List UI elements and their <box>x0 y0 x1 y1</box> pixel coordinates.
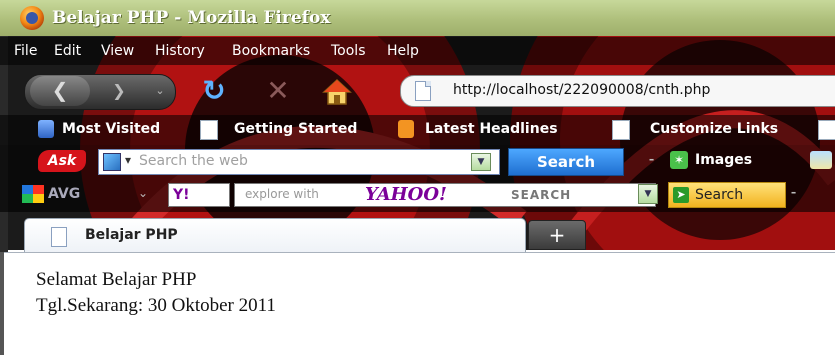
tab-belajar-php[interactable]: Belajar PHP <box>24 218 526 253</box>
window-left-border <box>0 252 4 355</box>
caret-down-icon[interactable]: ▾ <box>125 153 131 167</box>
yahoo-menu-button[interactable]: Y! <box>168 183 230 207</box>
most-visited-icon <box>38 120 54 138</box>
search-dropdown-button[interactable]: ▼ <box>471 153 491 171</box>
navigation-toolbar: ❮ ❯ ⌄ ↻ ✕ http://localhost/222090008/cnt… <box>0 65 835 115</box>
ask-search-input[interactable] <box>139 153 479 169</box>
menu-view[interactable]: View <box>101 43 134 59</box>
firefox-logo-icon <box>20 6 44 30</box>
menu-file[interactable]: File <box>14 43 37 59</box>
arrow-right-icon: ➤ <box>673 187 689 203</box>
ask-search-box: ▾ ▼ <box>98 149 500 175</box>
home-button[interactable] <box>322 77 352 107</box>
bookmark-customize-links[interactable]: Customize Links <box>650 121 778 137</box>
yahoo-search-button-label: Search <box>695 187 744 203</box>
menu-bar: File Edit View History Bookmarks Tools H… <box>0 37 835 65</box>
page-content: Selamat Belajar PHP Tgl.Sekarang: 30 Okt… <box>0 252 835 355</box>
bookmark-most-visited[interactable]: Most Visited <box>62 121 160 137</box>
stop-icon: ✕ <box>266 74 290 107</box>
yahoo-logo: Y! <box>173 187 190 203</box>
menu-history[interactable]: History <box>155 43 205 59</box>
menu-bookmarks[interactable]: Bookmarks <box>232 43 310 59</box>
toolbar-separator-icon: ⁃ <box>790 186 797 202</box>
forward-arrow-icon: ❯ <box>112 81 126 100</box>
weather-icon[interactable] <box>810 151 832 169</box>
url-text[interactable]: http://localhost/222090008/cnth.php <box>453 82 710 98</box>
images-icon: ✶ <box>670 151 688 169</box>
title-bar: Belajar PHP - Mozilla Firefox <box>0 0 835 36</box>
toolbar-separator-icon: ⁃ <box>648 153 655 169</box>
new-tab-button[interactable]: + <box>528 220 586 250</box>
page-icon <box>415 81 431 101</box>
yahoo-search-button[interactable]: ➤ Search <box>668 182 786 208</box>
window-title: Belajar PHP - Mozilla Firefox <box>52 8 331 28</box>
bookmarks-toolbar: Most Visited Getting Started Latest Head… <box>0 115 835 145</box>
page-icon <box>51 227 67 247</box>
home-icon <box>322 78 352 105</box>
yahoo-brand: YAHOO! <box>365 184 447 205</box>
bookmark-getting-started[interactable]: Getting Started <box>234 121 357 137</box>
avg-logo-icon <box>22 185 44 203</box>
images-button[interactable]: Images <box>695 152 752 168</box>
browser-window: Belajar PHP - Mozilla Firefox File Edit … <box>0 0 835 355</box>
address-bar[interactable]: http://localhost/222090008/cnth.php <box>400 75 835 107</box>
back-button[interactable]: ❮ <box>30 76 90 106</box>
rss-feed-icon <box>398 120 414 138</box>
stop-button[interactable]: ✕ <box>262 76 294 108</box>
forward-button[interactable]: ❯ <box>96 78 142 104</box>
tab-label: Belajar PHP <box>85 227 178 243</box>
search-engine-icon[interactable] <box>103 153 121 171</box>
menu-help[interactable]: Help <box>387 43 419 59</box>
page-icon <box>200 120 218 140</box>
yahoo-search-box: YAHOO! SEARCH <box>234 183 656 207</box>
menu-edit[interactable]: Edit <box>54 43 81 59</box>
date-text: Tgl.Sekarang: 30 Oktober 2011 <box>36 295 276 316</box>
yahoo-brand-suffix: SEARCH <box>511 188 572 202</box>
ask-toolbar: Ask ▾ ▼ Search ⁃ ✶ Images <box>0 145 835 177</box>
reload-icon: ↻ <box>202 74 226 107</box>
back-arrow-icon: ❮ <box>51 78 69 102</box>
history-dropdown-button[interactable]: ⌄ <box>150 78 170 104</box>
chevron-down-icon: ⌄ <box>155 84 165 97</box>
caret-down-icon[interactable]: ⌄ <box>138 186 148 200</box>
avg-label[interactable]: AVG <box>48 186 80 202</box>
page-icon <box>612 120 630 140</box>
page-icon <box>818 120 835 140</box>
greeting-text: Selamat Belajar PHP <box>36 269 197 290</box>
ask-logo[interactable]: Ask <box>38 150 86 172</box>
menu-tools[interactable]: Tools <box>331 43 366 59</box>
bookmark-latest-headlines[interactable]: Latest Headlines <box>425 121 558 137</box>
ask-search-button[interactable]: Search <box>508 148 624 176</box>
reload-button[interactable]: ↻ <box>198 76 230 108</box>
yahoo-search-dropdown-button[interactable]: ▼ <box>638 184 658 204</box>
